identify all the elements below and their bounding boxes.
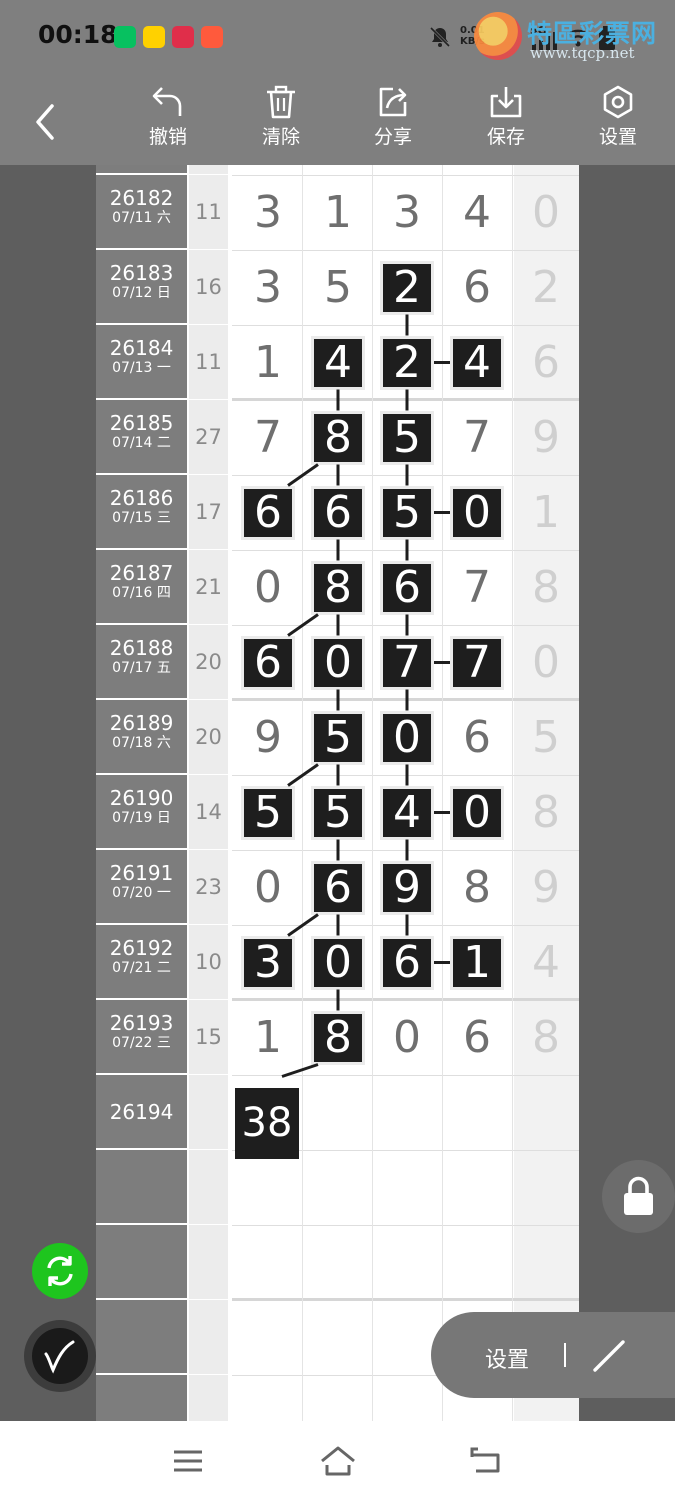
left-gutter: [0, 165, 96, 1421]
status-bar: 00:18 0.01 KB/s 5G 特區彩票网 www.tqcp.net: [0, 0, 675, 80]
trash-icon: [267, 85, 295, 119]
system-nav-bar: [0, 1421, 675, 1500]
mute-bell-icon: [429, 26, 451, 48]
save-button[interactable]: 保存: [466, 84, 546, 164]
pen-button[interactable]: [24, 1320, 96, 1392]
connector-line: [287, 463, 319, 487]
settings-button[interactable]: 设置: [578, 84, 658, 164]
undo-button[interactable]: 撤销: [128, 84, 208, 164]
wechat-icon: [114, 26, 136, 48]
lock-icon: [624, 1176, 653, 1215]
pill-settings-button[interactable]: 设置: [485, 1342, 529, 1374]
next-value-cell: 38: [235, 1088, 299, 1159]
app-icon: [172, 26, 194, 48]
pen-icon: [44, 1340, 75, 1374]
connector-lines: [281, 314, 450, 1078]
back-icon: [36, 104, 54, 140]
connector-line: [287, 763, 319, 787]
settings-label: 设置: [598, 126, 637, 148]
app-icon: [201, 26, 223, 48]
undo-icon: [152, 87, 182, 116]
download-icon: [490, 87, 522, 118]
return-icon[interactable]: [468, 1445, 506, 1477]
pill-divider: [564, 1343, 566, 1367]
save-label: 保存: [486, 126, 525, 148]
connector-line: [287, 913, 319, 937]
refresh-button[interactable]: [32, 1243, 88, 1299]
home-icon[interactable]: [318, 1443, 358, 1477]
share-label: 分享: [373, 126, 412, 148]
share-icon: [379, 87, 407, 117]
refresh-icon: [47, 1256, 73, 1286]
lock-button[interactable]: [602, 1160, 675, 1233]
back-button[interactable]: [26, 100, 66, 144]
trend-chart-sheet[interactable]: 26182 07/11 六 26183 07/12 日 26184 07/13 一 2618…: [96, 165, 579, 1421]
watermark-logo: [474, 12, 522, 60]
settings-pill: 设置: [431, 1312, 675, 1398]
meituan-icon: [143, 26, 165, 48]
undo-label: 撤销: [148, 126, 187, 148]
line-tool-icon[interactable]: [579, 1328, 639, 1384]
clear-label: 清除: [261, 126, 300, 148]
watermark-url: www.tqcp.net: [530, 44, 635, 62]
watermark: 特區彩票网 www.tqcp.net: [472, 10, 672, 70]
share-button[interactable]: 分享: [353, 84, 433, 164]
settings-icon: [603, 85, 633, 119]
status-time: 00:18: [38, 20, 118, 49]
toolbar: 撤销 清除 分享 保存 设置: [0, 80, 675, 165]
connector-line: [287, 613, 319, 637]
pen-button-face: [32, 1328, 88, 1384]
connector-line: [281, 1063, 319, 1078]
menu-icon[interactable]: [171, 1446, 205, 1476]
clear-button[interactable]: 清除: [241, 84, 321, 164]
